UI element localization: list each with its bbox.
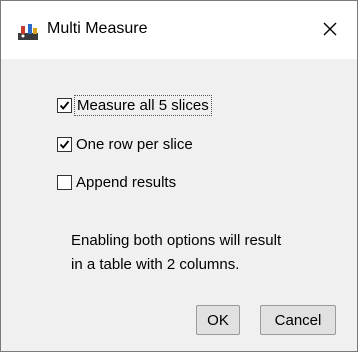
message-line: in a table with 2 columns. [71, 256, 240, 273]
checkbox-box[interactable] [57, 136, 72, 152]
imagej-app-icon [17, 23, 39, 41]
measure-all-slices-checkbox[interactable]: Measure all 5 slices [57, 94, 212, 116]
checkbox-label: Append results [76, 173, 177, 191]
checkbox-label: One row per slice [76, 135, 193, 153]
close-icon [322, 21, 338, 42]
dialog-title: Multi Measure [47, 20, 148, 37]
checkbox-box[interactable] [57, 97, 72, 113]
message-line: Enabling both options will result [71, 232, 282, 249]
one-row-per-slice-checkbox[interactable]: One row per slice [57, 134, 193, 154]
ok-button[interactable]: OK [196, 305, 240, 335]
cancel-button[interactable]: Cancel [260, 305, 336, 335]
title-bar: Multi Measure [1, 1, 357, 59]
checkbox-box[interactable] [57, 174, 72, 190]
checkbox-label: Measure all 5 slices [74, 94, 212, 116]
append-results-checkbox[interactable]: Append results [57, 172, 176, 192]
info-message: Enabling both options will result in a t… [71, 229, 281, 277]
multi-measure-dialog: Multi Measure Measure all 5 slices One r… [0, 0, 358, 352]
close-button[interactable] [311, 12, 349, 50]
